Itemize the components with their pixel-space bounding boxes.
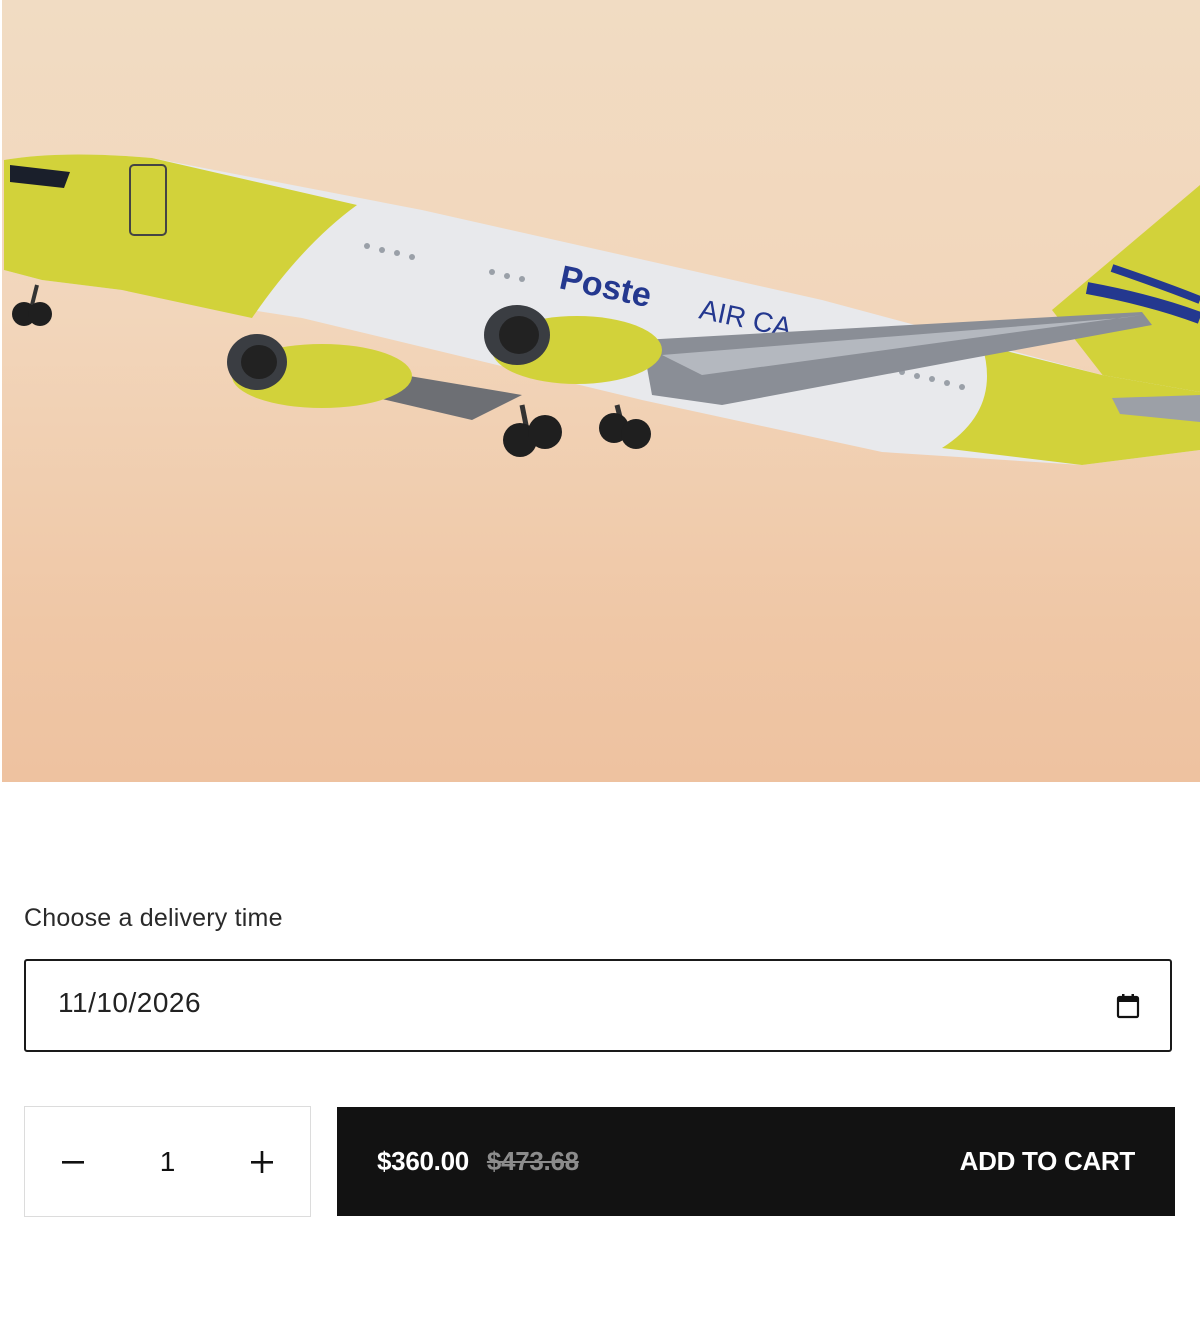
product-image: Poste AIR CA	[2, 0, 1200, 782]
current-price: $360.00	[377, 1146, 469, 1176]
decrement-button[interactable]	[25, 1107, 121, 1216]
quantity-stepper[interactable]: 1	[24, 1106, 311, 1217]
calendar-icon[interactable]	[1116, 993, 1140, 1019]
original-price: $473.68	[486, 1146, 579, 1176]
minus-icon	[62, 1160, 84, 1164]
delivery-label: Choose a delivery time	[24, 904, 283, 932]
quantity-value[interactable]: 1	[160, 1146, 176, 1178]
delivery-date-input[interactable]: 11/10/2026	[24, 959, 1172, 1052]
delivery-date-value[interactable]: 11/10/2026	[58, 987, 201, 1019]
add-to-cart-button[interactable]: $360.00 $473.68 ADD TO CART	[337, 1107, 1175, 1216]
plus-icon	[250, 1150, 273, 1173]
add-to-cart-label: ADD TO CART	[959, 1146, 1136, 1176]
increment-button[interactable]	[214, 1107, 310, 1216]
price-group: $360.00 $473.68	[377, 1146, 579, 1177]
airplane-illustration: Poste AIR CA	[4, 154, 1200, 465]
